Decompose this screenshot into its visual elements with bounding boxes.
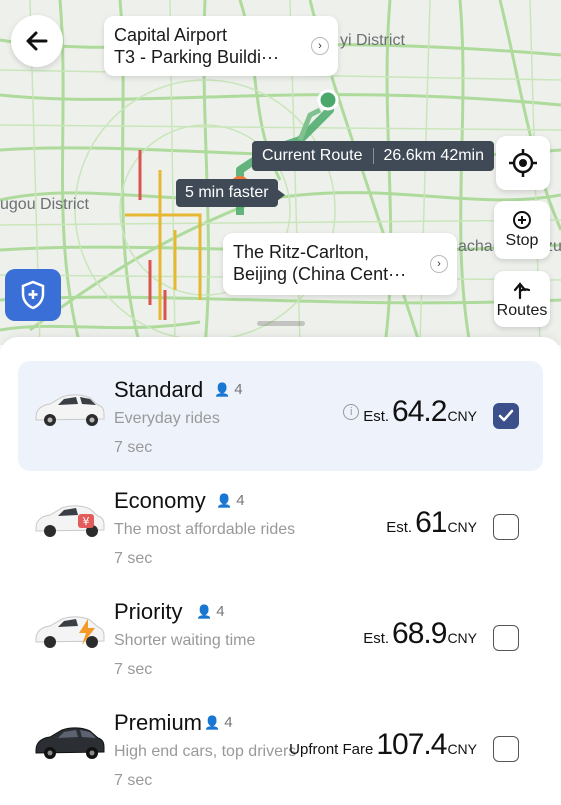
- price-currency: CNY: [447, 630, 477, 646]
- price-currency: CNY: [447, 741, 477, 757]
- person-icon: 👤: [216, 492, 233, 508]
- dropoff-name: The Ritz-Carlton,: [233, 242, 370, 262]
- add-stop-button[interactable]: Stop: [494, 201, 550, 259]
- ride-option-economy[interactable]: ¥ Economy 👤 4 The most affordable rides …: [18, 472, 543, 582]
- route-distance-time: 26.6km 42min: [383, 147, 485, 164]
- routes-icon: [513, 282, 531, 300]
- chevron-right-icon: ›: [311, 37, 329, 55]
- ride-option-standard[interactable]: Standard 👤 4 Everyday rides 7 sec i Est.…: [18, 361, 543, 471]
- divider: [372, 148, 374, 164]
- faster-route-badge[interactable]: 5 min faster: [176, 179, 285, 207]
- district-label: ugou District: [0, 196, 89, 213]
- seat-count: 4: [234, 381, 243, 398]
- ride-eta: 7 sec: [114, 661, 153, 678]
- seat-capacity: 👤 4: [216, 492, 245, 509]
- safety-button[interactable]: [5, 269, 61, 321]
- seat-capacity: 👤 4: [196, 603, 225, 620]
- ride-description: Everyday rides: [114, 410, 220, 427]
- price-label: Est.: [386, 519, 413, 536]
- ride-name: Priority: [114, 599, 183, 624]
- price-amount: 64.2: [392, 395, 447, 428]
- price-amount: 68.9: [392, 617, 447, 650]
- ride-price: Est. 61 CNY: [386, 506, 477, 540]
- select-checkbox[interactable]: [493, 625, 519, 651]
- person-icon: 👤: [214, 381, 231, 397]
- price-label: Est.: [363, 408, 390, 425]
- sheet-drag-handle[interactable]: [257, 321, 305, 326]
- seat-capacity: 👤 4: [214, 381, 243, 398]
- seat-count: 4: [224, 714, 233, 731]
- locate-icon: [509, 149, 537, 177]
- ride-price: Est. 68.9 CNY: [363, 617, 477, 651]
- pickup-card[interactable]: Capital Airport T3 - Parking Buildi··· ›: [104, 16, 338, 76]
- locate-button[interactable]: [496, 136, 550, 190]
- routes-button[interactable]: Routes: [494, 271, 550, 327]
- map-view[interactable]: yi District ugou District achai zu Capit…: [0, 0, 561, 345]
- back-arrow-icon: [26, 31, 48, 51]
- price-currency: CNY: [447, 519, 477, 535]
- chevron-right-icon: ›: [430, 255, 448, 273]
- pickup-name: Capital Airport: [114, 25, 228, 45]
- seat-capacity: 👤 4: [204, 714, 233, 731]
- info-icon[interactable]: i: [343, 404, 360, 420]
- ride-eta: 7 sec: [114, 772, 153, 789]
- white-car-icon: [35, 394, 105, 426]
- priority-car-icon: [35, 616, 105, 648]
- ride-price: Upfront Fare 107.4 CNY: [289, 728, 477, 762]
- current-route-badge[interactable]: Current Route 26.6km 42min: [252, 141, 494, 171]
- price-label: Est.: [363, 630, 390, 647]
- district-label: achai: [458, 238, 497, 255]
- select-checkbox[interactable]: [493, 403, 519, 429]
- seat-count: 4: [236, 492, 245, 509]
- black-car-icon: [35, 727, 105, 759]
- ride-eta: 7 sec: [114, 550, 153, 567]
- person-icon: 👤: [196, 603, 213, 619]
- pickup-detail: T3 - Parking Buildi···: [114, 47, 280, 67]
- ride-name: Premium: [114, 710, 203, 735]
- economy-car-icon: ¥: [35, 505, 105, 537]
- dropoff-card[interactable]: The Ritz-Carlton, Beijing (China Cent···…: [223, 233, 457, 295]
- stop-label: Stop: [505, 232, 539, 249]
- seat-count: 4: [216, 603, 225, 620]
- ride-price: i Est. 64.2 CNY: [343, 395, 477, 429]
- ride-description: Shorter waiting time: [114, 632, 256, 649]
- ride-name: Economy: [114, 488, 206, 513]
- routes-label: Routes: [496, 302, 548, 319]
- ride-option-priority[interactable]: Priority 👤 4 Shorter waiting time 7 sec …: [18, 583, 543, 693]
- ride-description: High end cars, top drivers: [114, 743, 297, 760]
- ride-option-premium[interactable]: Premium 👤 4 High end cars, top drivers 7…: [18, 694, 543, 804]
- price-currency: CNY: [447, 408, 477, 424]
- ride-name: Standard: [114, 377, 204, 402]
- shield-icon: [21, 280, 45, 310]
- ride-description: The most affordable rides: [114, 521, 296, 538]
- route-label: Current Route: [262, 147, 363, 164]
- dropoff-detail: Beijing (China Cent···: [233, 264, 407, 284]
- select-checkbox[interactable]: [493, 736, 519, 762]
- ride-options-sheet: Standard 👤 4 Everyday rides 7 sec i Est.…: [0, 321, 561, 805]
- svg-text:¥: ¥: [83, 515, 90, 528]
- person-icon: 👤: [204, 714, 221, 730]
- price-amount: 107.4: [376, 728, 447, 761]
- checkmark-icon: [498, 409, 514, 422]
- back-button[interactable]: [11, 15, 63, 67]
- ride-eta: 7 sec: [114, 439, 153, 456]
- district-label: yi District: [340, 32, 405, 49]
- price-label: Upfront Fare: [289, 741, 374, 758]
- add-stop-icon: [513, 211, 531, 229]
- select-checkbox[interactable]: [493, 514, 519, 540]
- price-amount: 61: [415, 506, 447, 539]
